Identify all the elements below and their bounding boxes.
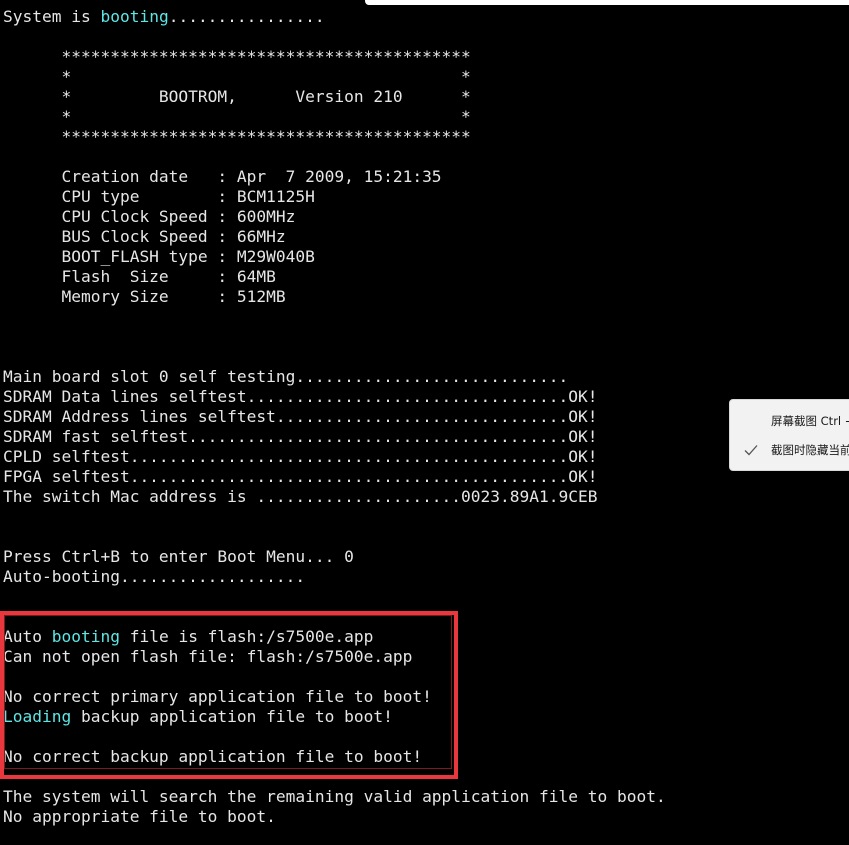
terminal-line: * BOOTROM, Version 210 *: [3, 87, 666, 107]
terminal-line: No appropriate file to boot.: [3, 807, 666, 827]
terminal-line: Loading backup application file to boot!: [3, 707, 666, 727]
terminal-line: Creation date : Apr 7 2009, 15:21:35: [3, 167, 666, 187]
terminal-text: Can not open flash file: flash:/s7500e.a…: [3, 647, 413, 666]
terminal-text: Main board slot 0 self testing..........…: [3, 367, 569, 386]
terminal-line: * *: [3, 107, 666, 127]
terminal-line: Auto booting file is flash:/s7500e.app: [3, 627, 666, 647]
terminal-text: System is: [3, 7, 101, 26]
terminal-text: ****************************************…: [3, 127, 471, 146]
terminal-text: ****************************************…: [3, 47, 471, 66]
terminal-text: Flash Size : 64MB: [3, 267, 276, 286]
terminal-text: FPGA selftest...........................…: [3, 467, 598, 486]
terminal-text: The system will search the remaining val…: [3, 787, 666, 806]
terminal-line: No correct backup application file to bo…: [3, 747, 666, 767]
terminal-line: Can not open flash file: flash:/s7500e.a…: [3, 647, 666, 667]
terminal-line: Memory Size : 512MB: [3, 287, 666, 307]
terminal-text: SDRAM Data lines selftest...............…: [3, 387, 598, 406]
terminal-line: Main board slot 0 self testing..........…: [3, 367, 666, 387]
terminal-text: * *: [3, 107, 471, 126]
terminal-line: SDRAM Data lines selftest...............…: [3, 387, 666, 407]
terminal-text: CPU type : BCM1125H: [3, 187, 315, 206]
terminal-line: CPLD selftest...........................…: [3, 447, 666, 467]
terminal-text: The switch Mac address is ..............…: [3, 487, 598, 506]
terminal-text: ................: [168, 7, 325, 26]
terminal-line: BUS Clock Speed : 66MHz: [3, 227, 666, 247]
terminal-highlighted-text: booting: [100, 7, 169, 26]
terminal-text: Creation date : Apr 7 2009, 15:21:35: [3, 167, 442, 186]
terminal-line: System is booting................: [3, 7, 666, 27]
terminal-line: ****************************************…: [3, 127, 666, 147]
terminal-text: BOOT_FLASH type : M29W040B: [3, 247, 315, 266]
terminal-line: CPU Clock Speed : 600MHz: [3, 207, 666, 227]
terminal-line: Auto-booting...................: [3, 567, 666, 587]
terminal-text: backup application file to boot!: [71, 707, 393, 726]
menu-item-hide-window[interactable]: 截图时隐藏当前窗口: [730, 438, 849, 462]
terminal-text: No correct backup application file to bo…: [3, 747, 423, 766]
terminal-text: BUS Clock Speed : 66MHz: [3, 227, 286, 246]
terminal-line: CPU type : BCM1125H: [3, 187, 666, 207]
menu-item-screenshot-label: 屏幕截图 Ctrl + Alt + A: [771, 414, 849, 428]
terminal-text: * BOOTROM, Version 210 *: [3, 87, 471, 106]
terminal-text: CPLD selftest...........................…: [3, 447, 598, 466]
terminal-text: SDRAM Address lines selftest............…: [3, 407, 598, 426]
terminal-output: System is booting................ ******…: [3, 7, 666, 827]
window-top-edge: [365, 0, 849, 5]
terminal-line: ****************************************…: [3, 47, 666, 67]
terminal-line: Flash Size : 64MB: [3, 267, 666, 287]
terminal-line: SDRAM Address lines selftest............…: [3, 407, 666, 427]
terminal-text: CPU Clock Speed : 600MHz: [3, 207, 296, 226]
terminal-highlighted-text: Loading: [3, 707, 72, 726]
terminal-line: The system will search the remaining val…: [3, 787, 666, 807]
terminal-text: Auto-booting...................: [3, 567, 306, 586]
menu-item-screenshot[interactable]: 屏幕截图 Ctrl + Alt + A: [730, 409, 849, 433]
terminal-line: The switch Mac address is ..............…: [3, 487, 666, 507]
menu-item-hide-window-label: 截图时隐藏当前窗口: [771, 443, 849, 457]
terminal-line: FPGA selftest...........................…: [3, 467, 666, 487]
terminal-line: SDRAM fast selftest.....................…: [3, 427, 666, 447]
check-icon: [744, 445, 758, 456]
terminal-screen: System is booting................ ******…: [0, 0, 849, 845]
terminal-text: No correct primary application file to b…: [3, 687, 432, 706]
terminal-text: No appropriate file to boot.: [3, 807, 276, 826]
terminal-highlighted-text: booting: [51, 627, 120, 646]
terminal-line: Press Ctrl+B to enter Boot Menu... 0: [3, 547, 666, 567]
terminal-text: file is flash:/s7500e.app: [119, 627, 374, 646]
terminal-text: Memory Size : 512MB: [3, 287, 286, 306]
terminal-line: No correct primary application file to b…: [3, 687, 666, 707]
terminal-text: Auto: [3, 627, 52, 646]
terminal-text: Press Ctrl+B to enter Boot Menu... 0: [3, 547, 354, 566]
terminal-line: * *: [3, 67, 666, 87]
terminal-text: SDRAM fast selftest.....................…: [3, 427, 598, 446]
terminal-text: * *: [3, 67, 471, 86]
terminal-line: BOOT_FLASH type : M29W040B: [3, 247, 666, 267]
screenshot-context-menu: 屏幕截图 Ctrl + Alt + A 截图时隐藏当前窗口: [729, 399, 849, 471]
